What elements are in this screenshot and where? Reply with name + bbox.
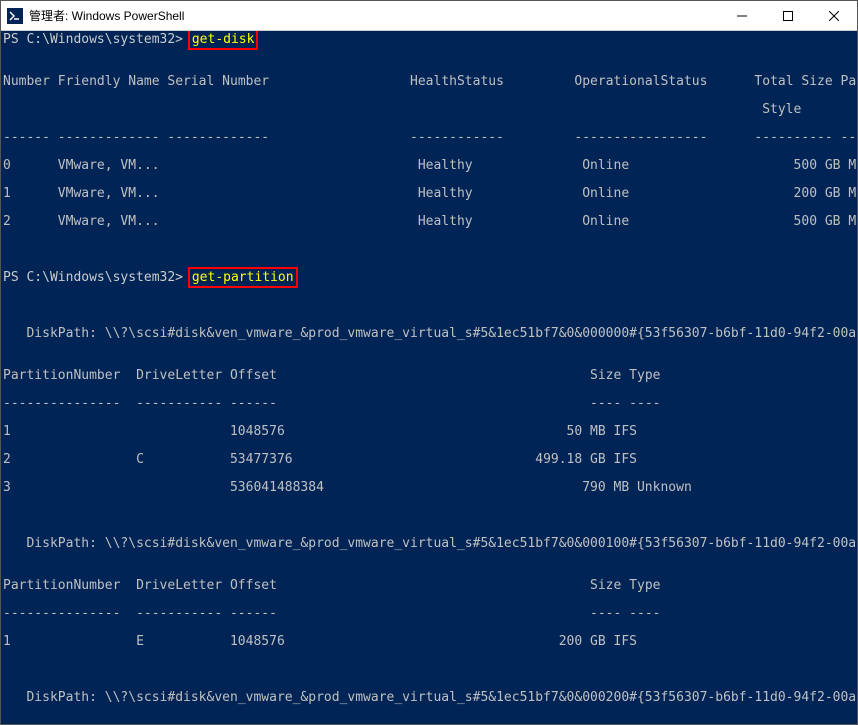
command-getdisk: get-disk: [191, 32, 256, 47]
part-row: 3 536041488384 790 MB Unknown: [3, 481, 855, 495]
diskpath: DiskPath: \\?\scsi#disk&ven_vmware_&prod…: [3, 327, 855, 341]
part-row: 1 E 1048576 200 GB IFS: [3, 635, 855, 649]
titlebar[interactable]: 管理者: Windows PowerShell: [1, 1, 857, 31]
part-sep: --------------- ----------- ------ ---- …: [3, 397, 855, 411]
part-sep: --------------- ----------- ------ ---- …: [3, 607, 855, 621]
powershell-window: 管理者: Windows PowerShell PS C:\Windows\sy…: [0, 0, 858, 725]
diskpath: DiskPath: \\?\scsi#disk&ven_vmware_&prod…: [3, 691, 855, 705]
disk-row: 2 VMware, VM... Healthy Online 500 GB MB…: [3, 215, 855, 229]
powershell-icon: [7, 8, 23, 24]
disk-sep: ------ ------------- ------------- -----…: [3, 131, 855, 145]
close-button[interactable]: [811, 1, 857, 31]
prompt: PS C:\Windows\system32>: [3, 32, 183, 47]
part-header: PartitionNumber DriveLetter Offset Size …: [3, 369, 855, 383]
diskpath: DiskPath: \\?\scsi#disk&ven_vmware_&prod…: [3, 537, 855, 551]
command-getpartition: get-partition: [191, 270, 295, 285]
window-title: 管理者: Windows PowerShell: [29, 7, 719, 24]
terminal-content[interactable]: PS C:\Windows\system32> get-disk Number …: [1, 31, 857, 724]
part-row: 1 1048576 50 MB IFS: [3, 425, 855, 439]
disk-header: Number Friendly Name Serial Number Healt…: [3, 75, 855, 89]
maximize-button[interactable]: [765, 1, 811, 31]
disk-row: 0 VMware, VM... Healthy Online 500 GB MB…: [3, 159, 855, 173]
disk-header-style: Style: [3, 103, 855, 117]
minimize-button[interactable]: [719, 1, 765, 31]
prompt: PS C:\Windows\system32>: [3, 270, 183, 285]
disk-row: 1 VMware, VM... Healthy Online 200 GB MB…: [3, 187, 855, 201]
part-header: PartitionNumber DriveLetter Offset Size …: [3, 579, 855, 593]
part-row: 2 C 53477376 499.18 GB IFS: [3, 453, 855, 467]
